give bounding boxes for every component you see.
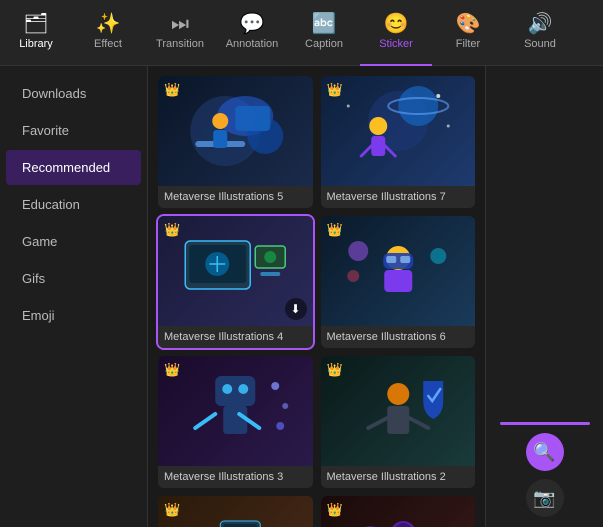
crown-icon: 👑 (164, 502, 180, 518)
sticker-item-meta4[interactable]: 👑 ⬇ Met (158, 216, 313, 348)
right-panel: 🔍 📷 (485, 66, 603, 527)
label-meta4: Metaverse Illustrations 4 (158, 326, 313, 348)
nav-transition[interactable]: ⏭ Transition (144, 0, 216, 66)
thumb-meta4: 👑 ⬇ (158, 216, 313, 326)
sticker-grid: 👑 Metaverse Illustrations 5 (158, 76, 475, 527)
crown-icon: 👑 (327, 502, 343, 518)
sticker-item-meta6[interactable]: 👑 Metaverse Illus (321, 216, 476, 348)
sticker-content: 👑 Metaverse Illustrations 5 (148, 66, 485, 527)
label-meta2: Metaverse Illustrations 2 (321, 466, 476, 488)
sticker-item-meta7[interactable]: 👑 (321, 76, 476, 208)
sidebar-item-emoji[interactable]: Emoji (6, 298, 141, 333)
transition-icon: ⏭ (171, 14, 189, 34)
crown-icon: 👑 (327, 222, 343, 238)
thumb-meta6: 👑 (321, 216, 476, 326)
top-navigation: 🗂 Library ✨ Effect ⏭ Transition 💬 Annota… (0, 0, 603, 66)
nav-sticker[interactable]: 😊 Sticker (360, 0, 432, 66)
sidebar: Downloads Favorite Recommended Education… (0, 66, 148, 527)
caption-icon: 🔤 (312, 14, 337, 34)
thumb-meta1: 👑 (158, 496, 313, 527)
crown-icon: 👑 (164, 222, 180, 238)
camera-icon: 📷 (533, 488, 555, 509)
nav-library[interactable]: 🗂 Library (0, 0, 72, 66)
sidebar-item-downloads[interactable]: Downloads (6, 76, 141, 111)
sidebar-item-favorite[interactable]: Favorite (6, 113, 141, 148)
crown-icon: 👑 (164, 82, 180, 98)
crown-icon: 👑 (327, 82, 343, 98)
filter-icon: 🎨 (456, 14, 481, 34)
search-icon: 🔍 (533, 442, 555, 463)
nav-sound[interactable]: 🔊 Sound (504, 0, 576, 66)
library-icon: 🗂 (23, 14, 48, 34)
crown-icon: 👑 (327, 362, 343, 378)
camera-button[interactable]: 📷 (526, 479, 564, 517)
nav-annotation[interactable]: 💬 Annotation (216, 0, 288, 66)
nav-filter[interactable]: 🎨 Filter (432, 0, 504, 66)
label-meta6: Metaverse Illustrations 6 (321, 326, 476, 348)
label-meta3: Metaverse Illustrations 3 (158, 466, 313, 488)
label-meta7: Metaverse Illustrations 7 (321, 186, 476, 208)
sticker-item-mask-man[interactable]: 👑 (321, 496, 476, 527)
crown-icon: 👑 (164, 362, 180, 378)
thumb-meta7: 👑 (321, 76, 476, 186)
sticker-item-meta2[interactable]: 👑 Metaverse Illustrations 2 (321, 356, 476, 488)
sticker-icon: 😊 (384, 14, 409, 34)
sticker-item-meta3[interactable]: 👑 Me (158, 356, 313, 488)
thumb-mask-man: 👑 (321, 496, 476, 527)
nav-caption[interactable]: 🔤 Caption (288, 0, 360, 66)
sticker-item-meta5[interactable]: 👑 Metaverse Illustrations 5 (158, 76, 313, 208)
search-button[interactable]: 🔍 (526, 433, 564, 471)
sticker-item-meta1[interactable]: 👑 Metaverse Illus (158, 496, 313, 527)
thumb-meta3: 👑 (158, 356, 313, 466)
thumb-meta5: 👑 (158, 76, 313, 186)
label-meta5: Metaverse Illustrations 5 (158, 186, 313, 208)
nav-effect[interactable]: ✨ Effect (72, 0, 144, 66)
annotation-icon: 💬 (240, 14, 265, 34)
sidebar-item-gifs[interactable]: Gifs (6, 261, 141, 296)
thumb-meta2: 👑 (321, 356, 476, 466)
sidebar-item-recommended[interactable]: Recommended (6, 150, 141, 185)
sidebar-item-education[interactable]: Education (6, 187, 141, 222)
main-area: Downloads Favorite Recommended Education… (0, 66, 603, 527)
sidebar-item-game[interactable]: Game (6, 224, 141, 259)
download-icon: ⬇ (285, 298, 307, 320)
sound-icon: 🔊 (528, 14, 553, 34)
effect-icon: ✨ (96, 14, 121, 34)
progress-bar (500, 422, 590, 425)
